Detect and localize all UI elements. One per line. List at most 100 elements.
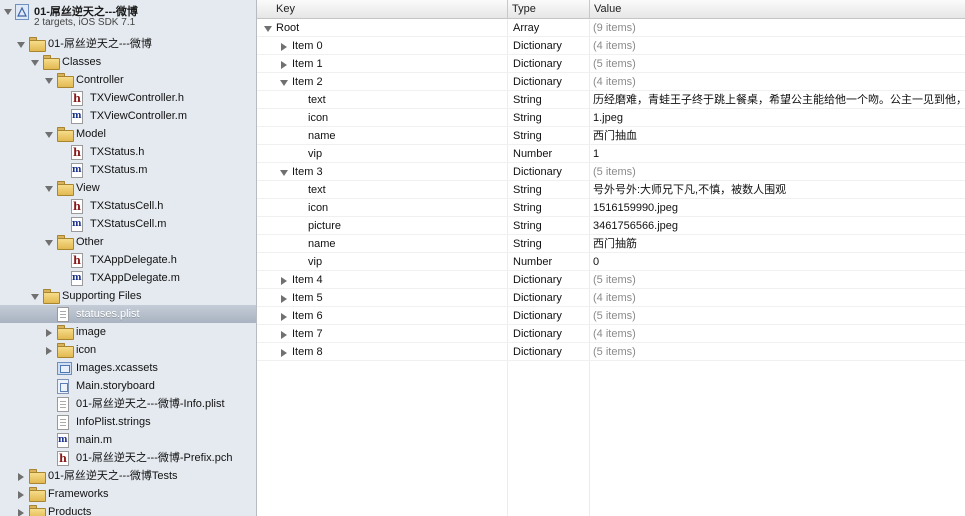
- plist-row[interactable]: icon String 1516159990.jpeg: [257, 199, 965, 217]
- disclosure-triangle-icon[interactable]: [279, 168, 288, 177]
- navigator-item[interactable]: statuses.plist: [0, 305, 256, 323]
- disclosure-triangle-icon[interactable]: [279, 78, 288, 87]
- disclosure-triangle-icon[interactable]: [16, 472, 25, 481]
- plist-key[interactable]: icon: [308, 199, 328, 217]
- plist-type[interactable]: Dictionary: [513, 307, 562, 325]
- navigator-item[interactable]: main.m: [0, 431, 256, 449]
- plist-key[interactable]: Item 4: [292, 271, 323, 289]
- plist-type[interactable]: Dictionary: [513, 271, 562, 289]
- plist-value[interactable]: (5 items): [593, 343, 965, 361]
- navigator-item[interactable]: TXAppDelegate.h: [0, 251, 256, 269]
- navigator-item[interactable]: image: [0, 323, 256, 341]
- disclosure-triangle-icon[interactable]: [279, 330, 288, 339]
- navigator-item[interactable]: Frameworks: [0, 485, 256, 503]
- plist-row[interactable]: name String 西门抽筋: [257, 235, 965, 253]
- disclosure-triangle-icon[interactable]: [30, 292, 39, 301]
- navigator-item[interactable]: InfoPlist.strings: [0, 413, 256, 431]
- plist-row[interactable]: text String 历经磨难，青蛙王子终于跳上餐桌，希望公主能给他一个吻。公主一…: [257, 91, 965, 109]
- plist-key[interactable]: Root: [276, 19, 299, 37]
- navigator-item[interactable]: TXViewController.m: [0, 107, 256, 125]
- navigator-item[interactable]: Other: [0, 233, 256, 251]
- plist-key[interactable]: Item 7: [292, 325, 323, 343]
- plist-key[interactable]: vip: [308, 145, 322, 163]
- plist-key[interactable]: Item 1: [292, 55, 323, 73]
- plist-type[interactable]: Array: [513, 19, 539, 37]
- plist-row[interactable]: vip Number 1: [257, 145, 965, 163]
- column-header-type[interactable]: Type: [507, 0, 589, 19]
- plist-type[interactable]: Number: [513, 145, 552, 163]
- plist-value[interactable]: (4 items): [593, 289, 965, 307]
- plist-key[interactable]: Item 2: [292, 73, 323, 91]
- plist-row[interactable]: picture String 3461756566.jpeg: [257, 217, 965, 235]
- plist-value[interactable]: (9 items): [593, 19, 965, 37]
- disclosure-triangle-icon[interactable]: [279, 294, 288, 303]
- disclosure-triangle-icon[interactable]: [263, 24, 272, 33]
- plist-value[interactable]: (5 items): [593, 307, 965, 325]
- plist-key[interactable]: name: [308, 127, 336, 145]
- plist-value[interactable]: (4 items): [593, 325, 965, 343]
- plist-value[interactable]: 历经磨难，青蛙王子终于跳上餐桌，希望公主能给他一个吻。公主一见到他，: [593, 91, 965, 109]
- plist-type[interactable]: Dictionary: [513, 73, 562, 91]
- plist-type[interactable]: String: [513, 91, 542, 109]
- column-header-value[interactable]: Value: [589, 0, 965, 19]
- plist-value[interactable]: 1.jpeg: [593, 109, 965, 127]
- navigator-item[interactable]: Model: [0, 125, 256, 143]
- plist-row[interactable]: name String 西门抽血: [257, 127, 965, 145]
- disclosure-triangle-icon[interactable]: [44, 130, 53, 139]
- disclosure-triangle-icon[interactable]: [16, 508, 25, 516]
- plist-type[interactable]: Dictionary: [513, 55, 562, 73]
- plist-key[interactable]: picture: [308, 217, 341, 235]
- plist-type[interactable]: Dictionary: [513, 163, 562, 181]
- plist-row[interactable]: Item 0 Dictionary (4 items): [257, 37, 965, 55]
- plist-key[interactable]: Item 0: [292, 37, 323, 55]
- navigator-item[interactable]: 01-屌丝逆天之---微博: [0, 35, 256, 53]
- plist-key[interactable]: text: [308, 91, 326, 109]
- plist-key[interactable]: Item 8: [292, 343, 323, 361]
- disclosure-triangle-icon[interactable]: [3, 7, 12, 16]
- disclosure-triangle-icon[interactable]: [16, 490, 25, 499]
- navigator-item[interactable]: 01-屌丝逆天之---微博Tests: [0, 467, 256, 485]
- plist-key[interactable]: icon: [308, 109, 328, 127]
- disclosure-triangle-icon[interactable]: [44, 346, 53, 355]
- plist-type[interactable]: Dictionary: [513, 343, 562, 361]
- plist-key[interactable]: Item 6: [292, 307, 323, 325]
- plist-value[interactable]: 3461756566.jpeg: [593, 217, 965, 235]
- plist-row[interactable]: Item 8 Dictionary (5 items): [257, 343, 965, 361]
- navigator-item[interactable]: TXViewController.h: [0, 89, 256, 107]
- navigator-item[interactable]: View: [0, 179, 256, 197]
- plist-key[interactable]: name: [308, 235, 336, 253]
- plist-value[interactable]: (4 items): [593, 73, 965, 91]
- navigator-item[interactable]: 01-屌丝逆天之---微博-Info.plist: [0, 395, 256, 413]
- navigator-item[interactable]: TXStatus.h: [0, 143, 256, 161]
- plist-type[interactable]: String: [513, 127, 542, 145]
- navigator-item[interactable]: Supporting Files: [0, 287, 256, 305]
- navigator-item[interactable]: 01-屌丝逆天之---微博-Prefix.pch: [0, 449, 256, 467]
- navigator-item[interactable]: TXAppDelegate.m: [0, 269, 256, 287]
- plist-value[interactable]: 西门抽血: [593, 127, 965, 145]
- plist-row[interactable]: Item 1 Dictionary (5 items): [257, 55, 965, 73]
- plist-row[interactable]: Item 3 Dictionary (5 items): [257, 163, 965, 181]
- plist-type[interactable]: String: [513, 235, 542, 253]
- plist-key[interactable]: Item 3: [292, 163, 323, 181]
- plist-value[interactable]: 1516159990.jpeg: [593, 199, 965, 217]
- plist-key[interactable]: Item 5: [292, 289, 323, 307]
- disclosure-triangle-icon[interactable]: [44, 76, 53, 85]
- plist-type[interactable]: String: [513, 181, 542, 199]
- plist-row[interactable]: Item 4 Dictionary (5 items): [257, 271, 965, 289]
- navigator-item[interactable]: Main.storyboard: [0, 377, 256, 395]
- navigator-item[interactable]: Classes: [0, 53, 256, 71]
- column-header-key[interactable]: Key: [272, 0, 507, 19]
- plist-value[interactable]: 西门抽筋: [593, 235, 965, 253]
- plist-type[interactable]: String: [513, 217, 542, 235]
- plist-type[interactable]: Number: [513, 253, 552, 271]
- plist-value[interactable]: (4 items): [593, 37, 965, 55]
- disclosure-triangle-icon[interactable]: [16, 40, 25, 49]
- navigator-item[interactable]: TXStatusCell.m: [0, 215, 256, 233]
- plist-row[interactable]: text String 号外号外:大师兄下凡,不慎，被数人围观: [257, 181, 965, 199]
- plist-row[interactable]: vip Number 0: [257, 253, 965, 271]
- plist-value[interactable]: (5 items): [593, 163, 965, 181]
- navigator-item[interactable]: Products: [0, 503, 256, 516]
- plist-row[interactable]: Item 7 Dictionary (4 items): [257, 325, 965, 343]
- disclosure-triangle-icon[interactable]: [44, 184, 53, 193]
- plist-row[interactable]: Item 5 Dictionary (4 items): [257, 289, 965, 307]
